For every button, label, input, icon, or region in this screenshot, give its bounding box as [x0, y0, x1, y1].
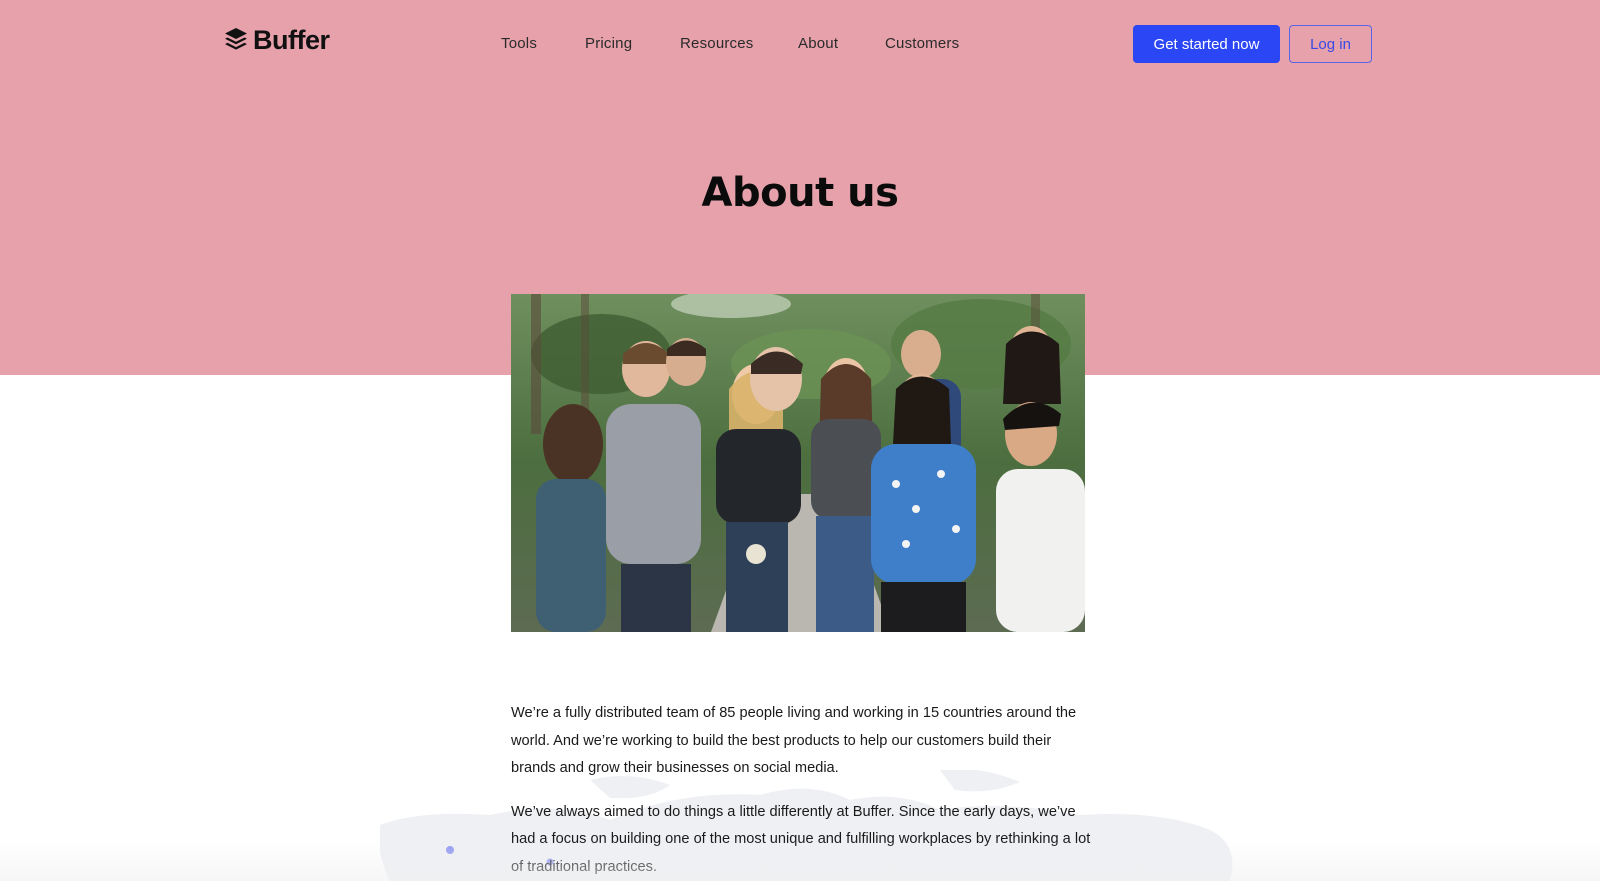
nav-item-customers[interactable]: Customers	[885, 32, 959, 56]
buffer-logo-icon	[225, 28, 247, 50]
nav-item-resources[interactable]: Resources	[680, 32, 754, 56]
page-title: About us	[701, 170, 899, 216]
about-body-copy: We’re a fully distributed team of 85 peo…	[511, 700, 1091, 881]
nav-item-tools[interactable]: Tools	[501, 32, 537, 56]
map-location-dot	[446, 846, 454, 854]
nav-item-about[interactable]: About	[798, 32, 838, 56]
about-page: Buffer Tools Pricing Resources About Cus…	[0, 0, 1600, 881]
buffer-logo[interactable]: Buffer	[224, 25, 330, 55]
team-photo	[511, 294, 1085, 632]
about-paragraph-2: We’ve always aimed to do things a little…	[511, 803, 1091, 875]
about-paragraph-1: We’re a fully distributed team of 85 peo…	[511, 705, 1077, 776]
team-photo-illustration	[511, 294, 1085, 632]
get-started-button[interactable]: Get started now	[1133, 25, 1280, 63]
nav-item-pricing[interactable]: Pricing	[585, 32, 632, 56]
logo-text: Buffer	[253, 24, 330, 55]
login-button[interactable]: Log in	[1289, 25, 1372, 63]
